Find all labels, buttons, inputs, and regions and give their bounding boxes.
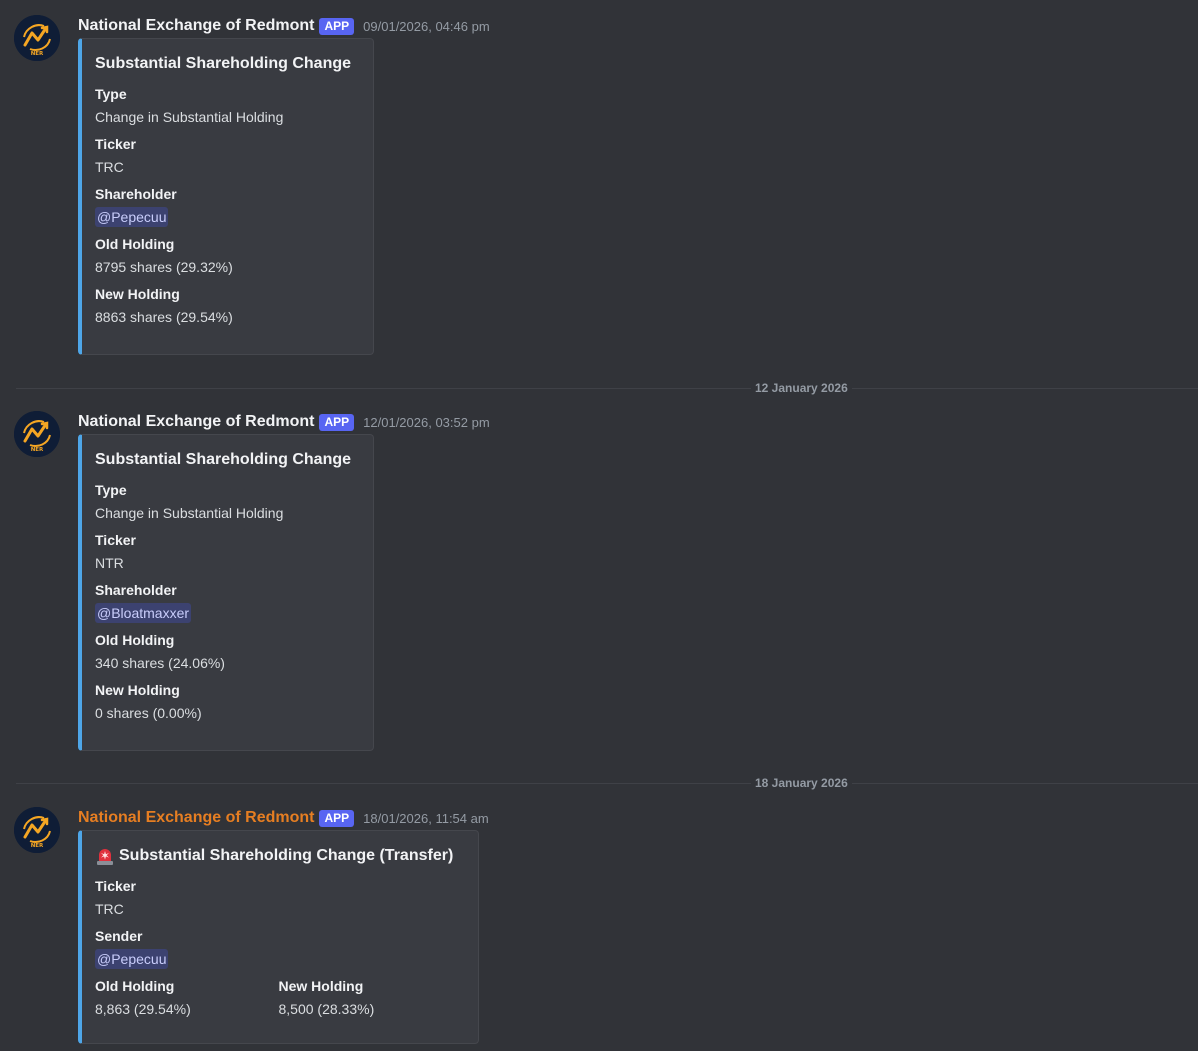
- timestamp[interactable]: 09/01/2026, 04:46 pm: [363, 19, 490, 34]
- field-name: Shareholder: [95, 582, 177, 598]
- embed-field: Sender @Pepecuu: [95, 927, 462, 969]
- embed-field: Ticker NTR: [95, 531, 357, 573]
- field-value: TRC: [95, 159, 124, 175]
- field-value: Change in Substantial Holding: [95, 505, 284, 521]
- user-mention[interactable]: @Pepecuu: [95, 207, 169, 227]
- field-name: Ticker: [95, 136, 136, 152]
- embed-field: Ticker TRC: [95, 135, 357, 177]
- field-name: New Holding: [95, 286, 180, 302]
- embed-field: Type Change in Substantial Holding: [95, 85, 357, 127]
- message-header: National Exchange of Redmont APP 09/01/2…: [78, 15, 490, 37]
- chat-channel: NER National Exchange of Redmont APP 09/…: [0, 0, 1198, 1051]
- embed-field: Old Holding 340 shares (24.06%): [95, 631, 357, 673]
- message-header: National Exchange of Redmont APP 18/01/2…: [78, 807, 489, 829]
- embed-field: New Holding 0 shares (0.00%): [95, 681, 357, 723]
- embed-title: Substantial Shareholding Change: [95, 55, 352, 72]
- embed-field: Old Holding 8,863 (29.54%): [95, 977, 279, 1019]
- field-value: NTR: [95, 555, 124, 571]
- field-value: 8863 shares (29.54%): [95, 309, 233, 325]
- field-value: 0 shares (0.00%): [95, 705, 202, 721]
- message-header: National Exchange of Redmont APP 12/01/2…: [78, 411, 490, 433]
- field-name: Old Holding: [95, 236, 175, 252]
- field-name: Type: [95, 482, 127, 498]
- embed-field: Old Holding 8795 shares (29.32%): [95, 235, 357, 277]
- field-name: Sender: [95, 928, 143, 944]
- field-name: Old Holding: [95, 632, 175, 648]
- embed-field: Shareholder @Bloatmaxxer: [95, 581, 357, 623]
- field-value: 8,863 (29.54%): [95, 1001, 191, 1017]
- embed-title-row: Substantial Shareholding Change (Transfe…: [95, 845, 462, 867]
- field-value: 8795 shares (29.32%): [95, 259, 233, 275]
- embed: Substantial Shareholding Change (Transfe…: [78, 830, 479, 1044]
- embed-title: Substantial Shareholding Change: [95, 451, 352, 468]
- ner-logo-icon[interactable]: NER: [14, 411, 60, 457]
- rotating-light-icon: [95, 846, 115, 866]
- embed: Substantial Shareholding Change Type Cha…: [78, 38, 374, 355]
- app-badge: APP: [319, 809, 355, 827]
- author-name[interactable]: National Exchange of Redmont: [78, 17, 314, 35]
- app-badge: APP: [319, 413, 355, 431]
- embed-field: New Holding 8863 shares (29.54%): [95, 285, 357, 327]
- app-badge: APP: [319, 17, 355, 35]
- user-mention[interactable]: @Pepecuu: [95, 949, 169, 969]
- field-name: Type: [95, 86, 127, 102]
- field-value: TRC: [95, 901, 124, 917]
- svg-text:NER: NER: [31, 447, 44, 453]
- embed-field: New Holding 8,500 (28.33%): [279, 977, 463, 1027]
- field-name: Shareholder: [95, 186, 177, 202]
- field-name: Ticker: [95, 878, 136, 894]
- date-divider: 12 January 2026: [16, 380, 1198, 396]
- user-mention[interactable]: @Bloatmaxxer: [95, 603, 192, 623]
- embed: Substantial Shareholding Change Type Cha…: [78, 434, 374, 751]
- timestamp[interactable]: 12/01/2026, 03:52 pm: [363, 415, 490, 430]
- field-value: Change in Substantial Holding: [95, 109, 284, 125]
- author-name[interactable]: National Exchange of Redmont: [78, 809, 314, 827]
- ner-logo-icon[interactable]: NER: [14, 807, 60, 853]
- date-divider: 18 January 2026: [16, 775, 1198, 791]
- svg-text:NER: NER: [31, 51, 44, 57]
- field-name: New Holding: [278, 978, 364, 994]
- date-divider-label: 12 January 2026: [751, 380, 852, 396]
- field-value: @Pepecuu: [95, 949, 462, 969]
- embed-field: Shareholder @Pepecuu: [95, 185, 357, 227]
- embed-field: Ticker TRC: [95, 877, 462, 919]
- field-value: @Bloatmaxxer: [95, 603, 357, 623]
- field-name: Old Holding: [95, 978, 175, 994]
- embed-field: Type Change in Substantial Holding: [95, 481, 357, 523]
- date-divider-label: 18 January 2026: [751, 775, 852, 791]
- embed-title: Substantial Shareholding Change (Transfe…: [119, 847, 454, 864]
- ner-logo-icon[interactable]: NER: [14, 15, 60, 61]
- field-value: 340 shares (24.06%): [95, 655, 225, 671]
- field-name: New Holding: [95, 682, 180, 698]
- field-name: Ticker: [95, 532, 136, 548]
- timestamp[interactable]: 18/01/2026, 11:54 am: [363, 811, 489, 826]
- field-value: 8,500 (28.33%): [278, 1001, 375, 1017]
- svg-text:NER: NER: [31, 843, 44, 849]
- author-name[interactable]: National Exchange of Redmont: [78, 413, 314, 431]
- inline-fields: Old Holding 8,863 (29.54%) New Holding 8…: [95, 977, 462, 1027]
- field-value: @Pepecuu: [95, 207, 357, 227]
